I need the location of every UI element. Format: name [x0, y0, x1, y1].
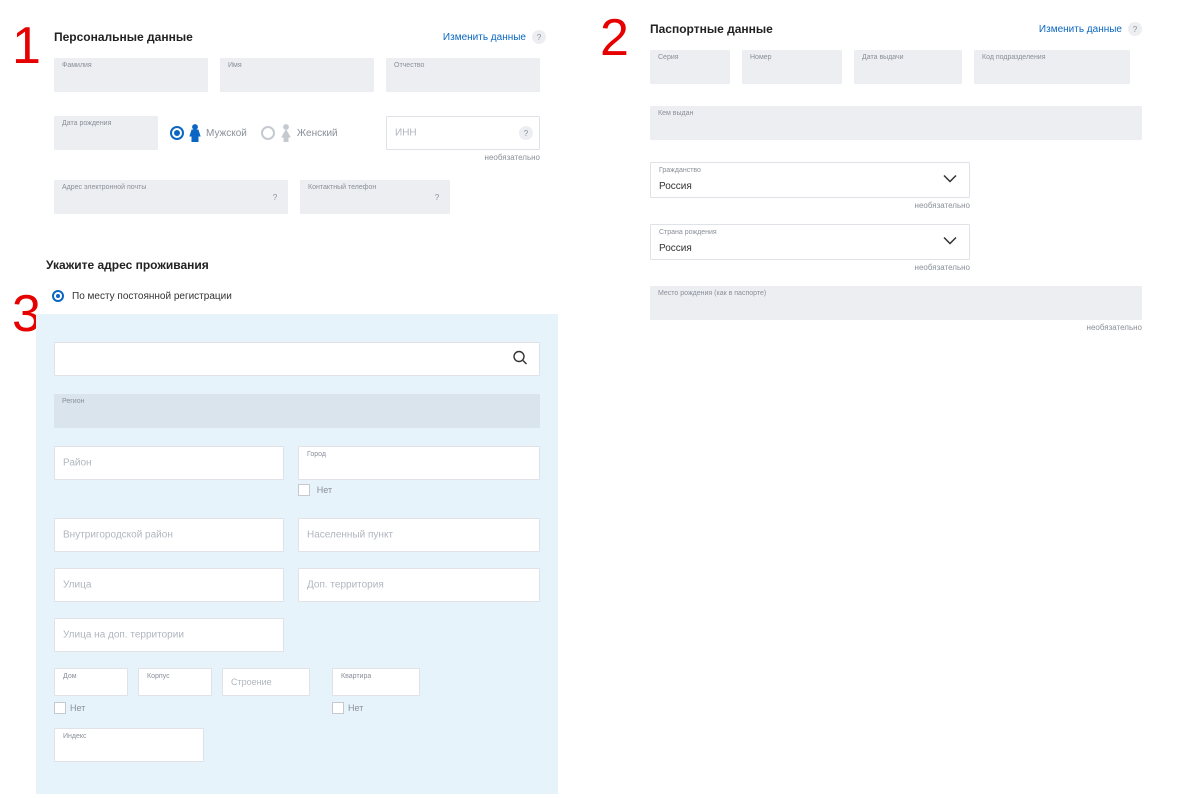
birth-country-select[interactable]: Страна рождения Россия [650, 224, 970, 260]
house-field[interactable]: Дом [54, 668, 128, 696]
female-icon [279, 123, 293, 143]
section-personal: Персональные данные Изменить данные ? Фа… [54, 30, 546, 214]
locality-field[interactable]: Населенный пункт [298, 518, 540, 552]
address-search-field[interactable] [54, 342, 540, 376]
section-passport: Паспортные данные Изменить данные ? Сери… [650, 22, 1142, 332]
inn-placeholder: ИНН [395, 128, 417, 139]
male-icon [188, 123, 202, 143]
house-no-label: Нет [70, 703, 85, 713]
patronymic-label: Отчество [394, 62, 424, 69]
number-label: Номер [750, 54, 772, 61]
add-territory-field[interactable]: Доп. территория [298, 568, 540, 602]
passport-number-field[interactable]: Номер [742, 50, 842, 84]
series-label: Серия [658, 54, 679, 61]
step-number-1: 1 [12, 20, 41, 72]
passport-code-field[interactable]: Код подразделения [974, 50, 1130, 84]
phone-help-icon[interactable]: ? [430, 190, 444, 204]
street-placeholder: Улица [63, 580, 91, 591]
registration-radio[interactable] [52, 290, 64, 302]
birthdate-label: Дата рождения [62, 120, 111, 127]
region-label: Регион [62, 398, 84, 405]
district-field[interactable]: Район [54, 446, 284, 480]
citizenship-optional: необязательно [650, 201, 970, 210]
code-label: Код подразделения [982, 54, 1046, 61]
urban-district-field[interactable]: Внутригородской район [54, 518, 284, 552]
street-field[interactable]: Улица [54, 568, 284, 602]
chevron-down-icon [943, 175, 957, 186]
flat-no-checkbox[interactable] [332, 702, 344, 714]
surname-label: Фамилия [62, 62, 92, 69]
birthdate-field[interactable]: Дата рождения [54, 116, 158, 150]
passport-issued-field[interactable]: Кем выдан [650, 106, 1142, 140]
passport-change-link[interactable]: Изменить данные [1039, 24, 1122, 35]
flat-no-label: Нет [348, 703, 363, 713]
city-label: Город [307, 451, 326, 458]
chevron-down-icon [943, 237, 957, 248]
street-add-placeholder: Улица на доп. территории [63, 630, 184, 641]
help-icon[interactable]: ? [1128, 22, 1142, 36]
index-field[interactable]: Индекс [54, 728, 204, 762]
region-field[interactable]: Регион [54, 394, 540, 428]
house-no-checkbox[interactable] [54, 702, 66, 714]
building-placeholder: Строение [231, 677, 272, 687]
korpus-label: Корпус [147, 673, 170, 680]
district-placeholder: Район [63, 458, 92, 469]
email-field[interactable]: Адрес электронной почты ? [54, 180, 288, 214]
name-label: Имя [228, 62, 242, 69]
male-radio[interactable] [170, 126, 184, 140]
flat-field[interactable]: Квартира [332, 668, 420, 696]
house-label: Дом [63, 673, 77, 680]
passport-date-field[interactable]: Дата выдачи [854, 50, 962, 84]
phone-field[interactable]: Контактный телефон ? [300, 180, 450, 214]
city-no-checkbox[interactable] [298, 484, 310, 496]
female-label: Женский [297, 128, 338, 139]
inn-field[interactable]: ИНН ? [386, 116, 540, 150]
korpus-field[interactable]: Корпус [138, 668, 212, 696]
name-field[interactable]: Имя [220, 58, 374, 92]
male-label: Мужской [206, 128, 247, 139]
urban-district-placeholder: Внутригородской район [63, 530, 173, 541]
birth-place-optional: необязательно [650, 323, 1142, 332]
email-help-icon[interactable]: ? [268, 190, 282, 204]
birth-country-label: Страна рождения [659, 229, 717, 236]
city-no-label: Нет [317, 485, 332, 495]
phone-label: Контактный телефон [308, 184, 376, 191]
birth-country-value: Россия [659, 243, 692, 254]
step-number-2: 2 [600, 12, 629, 64]
street-add-field[interactable]: Улица на доп. территории [54, 618, 284, 652]
address-panel: Регион Район Город Нет Внутригородской р… [36, 314, 558, 794]
inn-help-icon[interactable]: ? [519, 126, 533, 140]
index-label: Индекс [63, 733, 87, 740]
birth-place-label: Место рождения (как в паспорте) [658, 290, 766, 297]
city-field[interactable]: Город [298, 446, 540, 480]
date-label: Дата выдачи [862, 54, 904, 61]
citizenship-select[interactable]: Гражданство Россия [650, 162, 970, 198]
address-title: Укажите адрес проживания [46, 258, 556, 272]
citizenship-label: Гражданство [659, 167, 701, 174]
passport-title: Паспортные данные [650, 22, 773, 36]
personal-change-link[interactable]: Изменить данные [443, 32, 526, 43]
search-icon [513, 351, 527, 368]
birth-country-optional: необязательно [650, 263, 970, 272]
email-label: Адрес электронной почты [62, 184, 146, 191]
section-address: Укажите адрес проживания По месту постоя… [46, 258, 556, 302]
surname-field[interactable]: Фамилия [54, 58, 208, 92]
female-radio[interactable] [261, 126, 275, 140]
birth-place-field[interactable]: Место рождения (как в паспорте) [650, 286, 1142, 320]
registration-radio-label: По месту постоянной регистрации [72, 291, 232, 302]
flat-label: Квартира [341, 673, 371, 680]
citizenship-value: Россия [659, 181, 692, 192]
personal-title: Персональные данные [54, 30, 193, 44]
building-field[interactable]: Строение [222, 668, 310, 696]
patronymic-field[interactable]: Отчество [386, 58, 540, 92]
add-territory-placeholder: Доп. территория [307, 580, 384, 591]
help-icon[interactable]: ? [532, 30, 546, 44]
locality-placeholder: Населенный пункт [307, 530, 393, 541]
inn-optional: необязательно [386, 153, 540, 162]
issued-label: Кем выдан [658, 110, 693, 117]
passport-series-field[interactable]: Серия [650, 50, 730, 84]
